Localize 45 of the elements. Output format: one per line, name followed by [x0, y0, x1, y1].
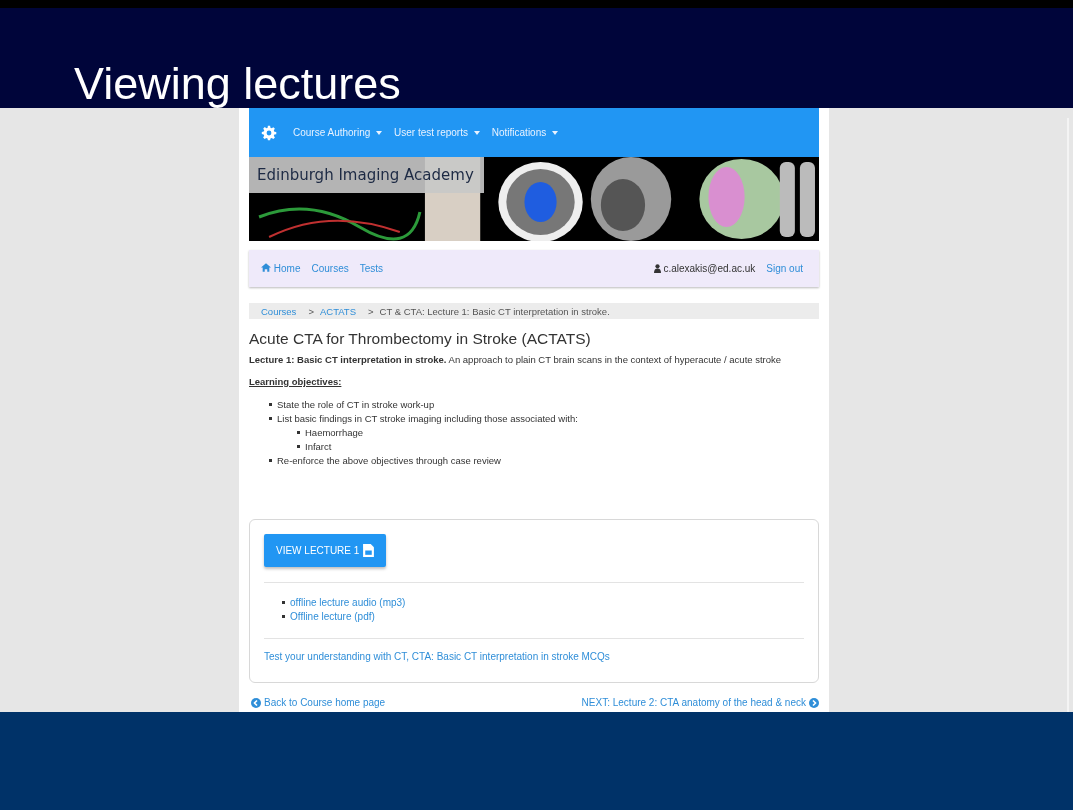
bullet-icon [297, 444, 300, 448]
objectives-heading: Learning objectives: [249, 376, 343, 387]
back-arrow-icon [251, 697, 261, 708]
nav-menu[interactable]: User test reports [394, 127, 480, 138]
sign-out-link[interactable]: Sign out [766, 263, 803, 274]
bullet-icon [269, 416, 272, 420]
nav-link[interactable]: Courses [311, 263, 349, 274]
caret-icon [473, 131, 480, 136]
nav-menu[interactable]: Course Authoring [293, 127, 383, 138]
download-link[interactable]: Offline lecture (pdf) [290, 610, 375, 622]
user-icon [654, 264, 662, 273]
test-link[interactable]: Test your understanding with CT, CTA: Basic CT interpretation in stroke MCQs [264, 651, 610, 662]
objective-text: List basic findings in CT stroke imaging including those associated with: [277, 412, 578, 424]
objective-text: Re-enforce the above objectives through case review [277, 454, 501, 466]
home-icon [261, 263, 271, 272]
settings-icon[interactable] [261, 124, 277, 141]
caret-icon [376, 131, 383, 136]
user-email: c.alexakis@ed.ac.uk [663, 263, 756, 274]
bullet-icon [282, 600, 285, 604]
caret-icon [552, 131, 558, 136]
slide-title: Viewing lectures [74, 61, 401, 106]
objective-text: Infarct [305, 440, 332, 452]
view-lecture-button[interactable]: VIEW LECTURE 1 [264, 534, 387, 567]
document-icon [363, 544, 375, 557]
nav-menu[interactable]: Notifications [491, 127, 558, 138]
breadcrumb-separator: > [368, 305, 374, 317]
bullet-icon [269, 458, 272, 462]
bullet-icon [297, 430, 300, 434]
download-link[interactable]: offline lecture audio (mp3) [290, 596, 406, 608]
bullet-icon [282, 614, 285, 618]
breadcrumb-link[interactable]: Courses [261, 305, 297, 317]
back-link[interactable]: Back to Course home page [251, 697, 386, 708]
course-heading: Acute CTA for Thrombectomy in Stroke (ACTATS) [249, 330, 592, 348]
objective-text: Haemorrhage [305, 426, 364, 438]
home-link[interactable]: Home [261, 263, 301, 274]
breadcrumb-link[interactable]: ACTATS [319, 305, 356, 317]
next-link[interactable]: NEXT: Lecture 2: CTA anatomy of the head & neck [581, 697, 819, 708]
breadcrumb-current: CT & CTA: Lecture 1: Basic CT interpretation in stroke. [379, 305, 610, 317]
bullet-icon [269, 402, 272, 406]
lecture-description: Lecture 1: Basic CT interpretation in stroke. An approach to plain CT brain scans in the context of hyperacute / acute stroke [249, 354, 783, 365]
banner-title: Edinburgh Imaging Academy [249, 157, 484, 193]
next-arrow-icon [809, 697, 819, 708]
breadcrumb-separator: > [308, 305, 314, 317]
nav-link[interactable]: Tests [359, 263, 384, 274]
objective-text: State the role of CT in stroke work-up [277, 398, 435, 410]
